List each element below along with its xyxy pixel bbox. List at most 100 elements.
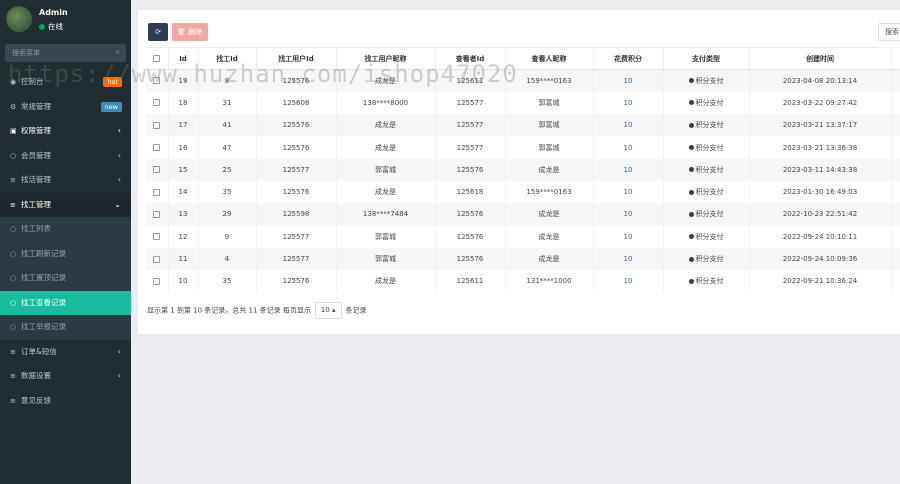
sidebar-item-feedback[interactable]: ≡ 意见反馈 bbox=[0, 389, 131, 414]
row-checkbox[interactable] bbox=[153, 210, 161, 218]
table-cell: 积分支付 bbox=[663, 180, 750, 204]
list-icon: ≡ bbox=[10, 372, 16, 380]
table-cell: 成龙是 bbox=[505, 203, 594, 226]
table-row[interactable]: 18 31 125608 138****8000 125577 郭富城 10 积分支付 2023… bbox=[146, 91, 900, 115]
table-row[interactable]: 19 8 125576 成龙是 125611 159****0163 10 积分支付 2023-… bbox=[146, 69, 900, 92]
pagination-info: 显示第 1 到第 10 条记录，总共 11 条记录 每页显示 10 ▴ 条记录 bbox=[147, 302, 367, 319]
sidebar-item-members[interactable]: ○ 会员管理 ‹ bbox=[0, 144, 131, 169]
table-cell: 31 bbox=[198, 91, 257, 115]
payment-type: 积分支付 bbox=[695, 255, 724, 264]
column-header[interactable]: 找工用户昵称 bbox=[336, 47, 436, 70]
table-row[interactable]: 10 35 125576 成龙是 125611 131****1000 10 积分支付 2022… bbox=[146, 270, 900, 293]
row-checkbox[interactable] bbox=[153, 255, 161, 263]
sidebar-subitem-refresh-log[interactable]: ○ 找工刷新记录 bbox=[0, 242, 131, 267]
column-header[interactable]: 花费积分 bbox=[593, 47, 664, 70]
column-header[interactable]: 创建时间 bbox=[749, 47, 892, 70]
new-badge: new bbox=[100, 101, 122, 112]
points-value: 10 bbox=[623, 255, 633, 264]
table-body: 19 8 125576 成龙是 125611 159****0163 10 积分支付 2023-… bbox=[146, 69, 900, 293]
column-header[interactable]: 查看者Id bbox=[435, 47, 506, 70]
table-row[interactable]: 15 25 125577 郭富城 125576 成龙是 10 积分支付 2023-03-11 1… bbox=[146, 158, 900, 181]
sidebar-item-general[interactable]: ⚙ 常规管理 new bbox=[0, 95, 131, 120]
delete-button[interactable]: 🗑 删除 bbox=[171, 23, 208, 41]
table-cell: 积分支付 bbox=[663, 69, 750, 92]
select-all-checkbox[interactable] bbox=[153, 55, 161, 62]
table-cell: 4 bbox=[198, 247, 257, 271]
row-checkbox[interactable] bbox=[153, 99, 161, 107]
table-cell: 2023-03-11 14:43:38 bbox=[749, 158, 892, 181]
table-cell: 成龙是 bbox=[336, 114, 436, 137]
points-value: 10 bbox=[623, 210, 633, 219]
sidebar-item-label: 订单&短信 bbox=[21, 346, 57, 356]
sidebar-item-dashboard[interactable]: ◉ 控制台 hot bbox=[0, 70, 131, 95]
row-checkbox[interactable] bbox=[153, 166, 161, 174]
table-row[interactable]: 11 4 125577 郭富城 125576 成龙是 10 积分支付 2022-09-24 10… bbox=[146, 247, 900, 271]
column-header[interactable]: 查看人昵称 bbox=[505, 47, 594, 70]
points-value: 10 bbox=[623, 121, 633, 130]
column-header[interactable]: 找工Id bbox=[198, 47, 257, 70]
sidebar-item-permissions[interactable]: ▣ 权限管理 ‹ bbox=[0, 119, 131, 144]
table-search-input[interactable]: 搜索 bbox=[878, 23, 900, 41]
column-header[interactable]: 找工用户Id bbox=[256, 47, 337, 70]
sidebar-item-orders-sms[interactable]: ≡ 订单&短信 ‹ bbox=[0, 340, 131, 365]
row-checkbox[interactable] bbox=[153, 121, 161, 129]
table-cell: 积分支付 bbox=[663, 270, 750, 293]
points-value: 10 bbox=[623, 188, 633, 197]
payment-dot-icon bbox=[688, 167, 694, 173]
table-cell: 10 bbox=[593, 158, 664, 181]
list-icon: ≡ bbox=[10, 347, 16, 356]
table-cell: 125576 bbox=[435, 225, 506, 248]
sidebar-item-data-settings[interactable]: ≡ 数据设置 ‹ bbox=[0, 364, 131, 389]
sidebar-subitem-list[interactable]: ○ 找工列表 bbox=[0, 217, 131, 242]
table-cell: 2022-09-21 10:36:24 bbox=[749, 270, 892, 293]
sidebar-item-label: 找工查看记录 bbox=[21, 297, 66, 307]
column-header[interactable]: Id bbox=[168, 47, 199, 70]
search-icon[interactable]: ⌕ bbox=[116, 47, 120, 57]
content-panel: ⟳ 🗑 删除 搜索 Id 找工Id 找工用户Id 找工用户昵称 查看者Id 查看… bbox=[138, 10, 900, 334]
row-checkbox[interactable] bbox=[153, 77, 161, 85]
table-cell: 41 bbox=[198, 114, 257, 137]
toolbar: ⟳ 🗑 删除 bbox=[148, 23, 208, 41]
table-cell: 10 bbox=[593, 247, 664, 271]
table-cell: 10 bbox=[593, 136, 664, 159]
row-checkbox[interactable] bbox=[153, 188, 161, 196]
payment-type: 积分支付 bbox=[695, 210, 724, 219]
table-cell: 159****0163 bbox=[505, 69, 594, 92]
page-size-select[interactable]: 10 ▴ bbox=[314, 302, 342, 319]
row-checkbox[interactable] bbox=[153, 233, 161, 241]
sidebar-search-input[interactable] bbox=[5, 44, 126, 62]
table-row[interactable]: 14 35 125576 成龙是 125618 159****0163 10 积分支付 2023… bbox=[146, 180, 900, 204]
user-status: 在线 bbox=[39, 21, 63, 32]
payment-dot-icon bbox=[688, 100, 694, 106]
chevron-left-icon: ‹ bbox=[117, 175, 121, 184]
sidebar-item-label: 常规管理 bbox=[21, 101, 51, 111]
table-row[interactable]: 12 9 125577 郭富城 125576 成龙是 10 积分支付 2022-09-24 10… bbox=[146, 225, 900, 248]
column-header[interactable]: 支付类型 bbox=[663, 47, 750, 70]
table-cell: 17 bbox=[168, 114, 199, 137]
row-select-cell bbox=[146, 225, 169, 248]
sidebar-item-label: 数据设置 bbox=[21, 371, 51, 380]
sidebar-subitem-view-log[interactable]: ○ 找工查看记录 bbox=[0, 290, 131, 315]
row-checkbox[interactable] bbox=[153, 277, 161, 285]
refresh-button[interactable]: ⟳ bbox=[148, 23, 168, 41]
row-select-cell bbox=[146, 136, 169, 159]
table-cell-extra bbox=[891, 247, 900, 271]
sidebar-item-label: 意见反馈 bbox=[21, 395, 51, 405]
points-value: 10 bbox=[623, 165, 633, 174]
table-cell: 郭富城 bbox=[505, 91, 594, 115]
table-row[interactable]: 17 41 125576 成龙是 125577 郭富城 10 积分支付 2023-03-21 1… bbox=[146, 114, 900, 137]
sidebar-item-label: 找活管理 bbox=[21, 175, 51, 184]
table-row[interactable]: 13 29 125598 138****7484 125576 成龙是 10 积分支付 2022… bbox=[146, 203, 900, 226]
sidebar-subitem-top-log[interactable]: ○ 找工置顶记录 bbox=[0, 266, 131, 291]
table-cell: 郭富城 bbox=[336, 247, 436, 271]
sidebar-item-find-jobs[interactable]: ≡ 找活管理 ‹ bbox=[0, 168, 131, 193]
table-row[interactable]: 16 47 125576 成龙是 125577 郭富城 10 积分支付 2023-03-21 1… bbox=[146, 136, 900, 159]
payment-dot-icon bbox=[688, 189, 694, 195]
sidebar-subitem-report-log[interactable]: ○ 找工举报记录 bbox=[0, 315, 131, 340]
circle-icon: ○ bbox=[10, 225, 17, 233]
table-cell: 125611 bbox=[435, 270, 506, 293]
table-cell: 10 bbox=[593, 69, 664, 92]
sidebar-item-find-workers[interactable]: ≡ 找工管理 ⌄ bbox=[0, 192, 131, 217]
table-cell: 18 bbox=[168, 91, 199, 115]
row-checkbox[interactable] bbox=[153, 144, 161, 152]
